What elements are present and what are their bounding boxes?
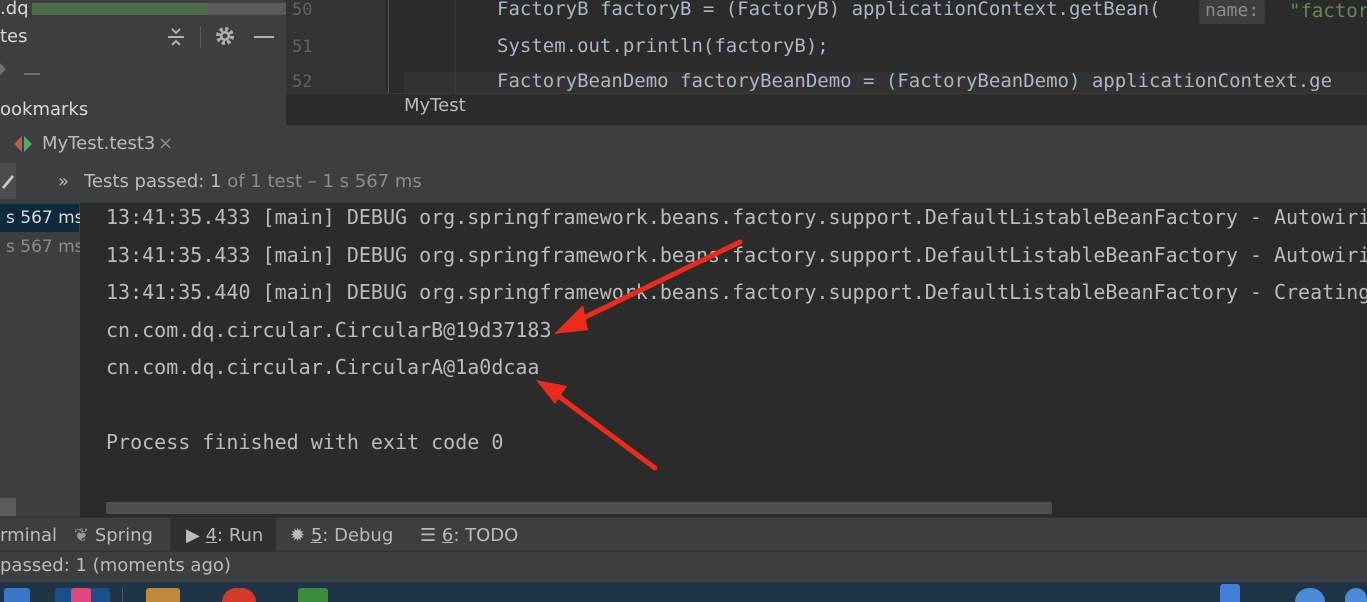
taskbar-app-icon[interactable] (55, 588, 110, 602)
tool-todo-number: 6 (441, 525, 454, 546)
annotation-arrowhead (554, 305, 588, 334)
os-taskbar (0, 582, 1367, 602)
tool-run[interactable]: ▶ 4: Run (186, 525, 263, 546)
tool-debug[interactable]: ✹ 5: Debug (290, 525, 393, 546)
list-icon: ☰ (420, 525, 437, 546)
tool-spring[interactable]: ❦ Spring (74, 525, 153, 546)
tool-todo[interactable]: ☰ 6: TODO (420, 525, 518, 546)
tool-spring-label: Spring (94, 525, 153, 546)
taskbar-tray-icon[interactable] (1220, 584, 1240, 602)
play-icon: ▶ (186, 525, 200, 546)
tool-run-number: 4 (205, 525, 218, 546)
tool-debug-number: 5 (310, 525, 323, 546)
tool-run-label: : Run (217, 525, 264, 546)
spring-icon: ❦ (74, 525, 90, 546)
annotation-arrows (536, 239, 743, 471)
bug-icon: ✹ (290, 525, 306, 546)
annotation-arrow (572, 239, 743, 325)
taskbar-app-icon[interactable] (4, 588, 30, 602)
annotation-arrow (554, 392, 658, 471)
tool-debug-label: : Debug (322, 525, 394, 546)
taskbar-app-icon[interactable] (146, 588, 180, 602)
tool-todo-label: : TODO (453, 525, 519, 546)
taskbar-separator (122, 588, 123, 602)
tool-terminal[interactable]: rminal (0, 525, 57, 546)
taskbar-app-icon[interactable] (298, 588, 328, 602)
footer-status-text: passed: 1 (moments ago) (0, 555, 231, 576)
